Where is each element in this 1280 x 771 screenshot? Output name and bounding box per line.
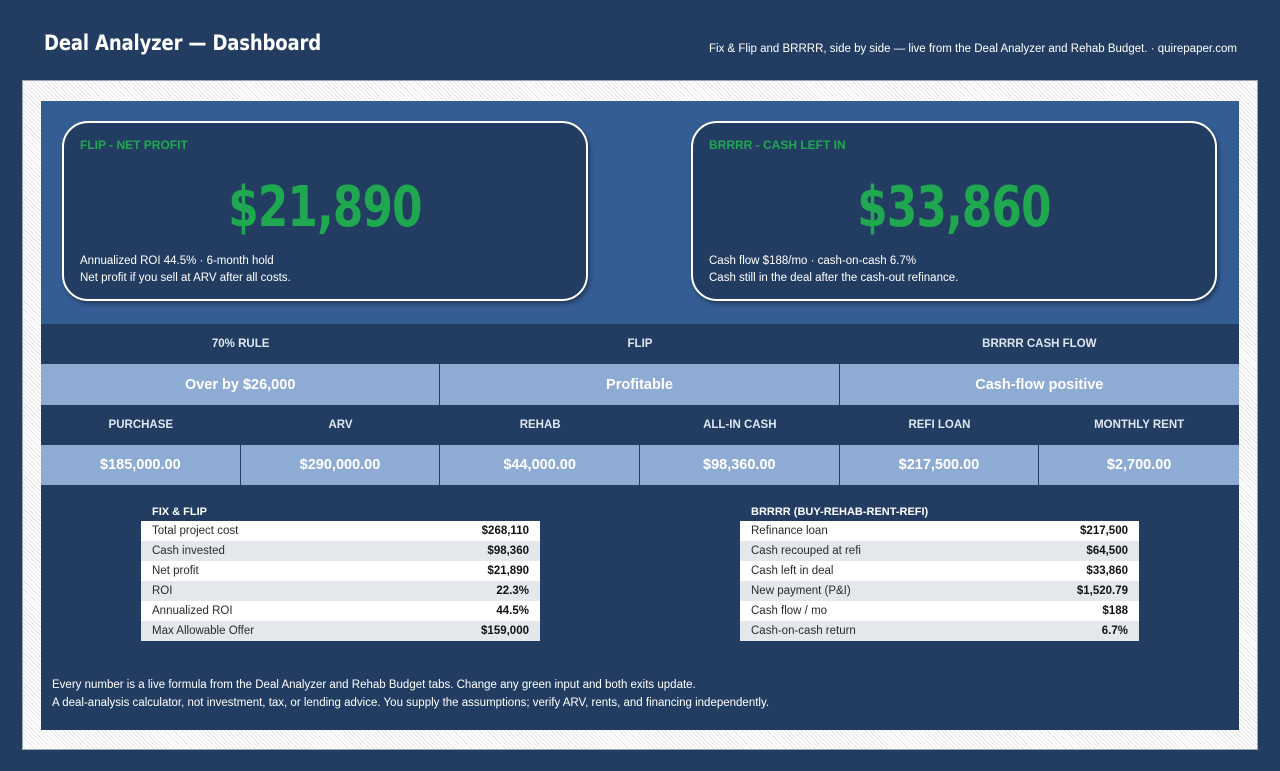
table-row[interactable]: Refinance loan $217,500	[740, 521, 1139, 541]
table-row[interactable]: Cash left in deal $33,860	[740, 561, 1139, 581]
row-label: Cash recouped at refi	[751, 545, 861, 557]
metric-value-cell[interactable]: $290,000.00	[240, 445, 441, 485]
page-title: Deal Analyzer — Dashboard	[44, 31, 322, 55]
metric-value-cell[interactable]: $185,000.00	[41, 445, 241, 485]
table-row[interactable]: Cash-on-cash return 6.7%	[740, 621, 1139, 641]
row-value: $98,360	[487, 545, 529, 557]
status-header-cell: FLIP	[627, 338, 653, 350]
row-value: $33,860	[1086, 565, 1128, 577]
row-label: Net profit	[152, 565, 199, 577]
table-row[interactable]: ROI 22.3%	[141, 581, 540, 601]
kpi-card-flip: FLIP - NET PROFIT $21,890 Annualized ROI…	[62, 121, 588, 301]
metric-header-cell: REFI LOAN	[908, 419, 971, 431]
row-value: $217,500	[1080, 525, 1128, 537]
kpi-brrrr-note: Cash still in the deal after the cash-ou…	[709, 272, 959, 284]
row-value: $21,890	[487, 565, 529, 577]
metric-header-cell: ARV	[328, 419, 353, 431]
table-row[interactable]: Cash recouped at refi $64,500	[740, 541, 1139, 561]
brrrr-summary-table: BRRRR (BUY-REHAB-RENT-REFI) Refinance lo…	[740, 503, 1139, 641]
table-row[interactable]: Annualized ROI 44.5%	[141, 601, 540, 621]
table-row[interactable]: Cash flow / mo $188	[740, 601, 1139, 621]
brrrr-table-title: BRRRR (BUY-REHAB-RENT-REFI)	[751, 506, 929, 518]
status-value-row: Over by $26,000 Profitable Cash-flow pos…	[41, 364, 1239, 405]
row-value: 22.3%	[496, 585, 529, 597]
metric-value-cell[interactable]: $44,000.00	[440, 445, 640, 485]
status-header-cell: BRRRR CASH FLOW	[982, 338, 1097, 350]
metric-header-cell: MONTHLY RENT	[1094, 419, 1185, 431]
metric-value-cell[interactable]: $98,360.00	[639, 445, 840, 485]
kpi-brrrr-label: BRRRR - CASH LEFT IN	[709, 138, 846, 152]
kpi-card-brrrr: BRRRR - CASH LEFT IN $33,860 Cash flow $…	[691, 121, 1217, 301]
table-row[interactable]: Net profit $21,890	[141, 561, 540, 581]
table-row[interactable]: Max Allowable Offer $159,000	[141, 621, 540, 641]
kpi-flip-value: $21,890	[228, 175, 422, 240]
row-value: 6.7%	[1101, 625, 1128, 637]
kpi-flip-detail: Annualized ROI 44.5% · 6-month hold	[80, 255, 274, 267]
footnote-disclaimer: A deal-analysis calculator, not investme…	[52, 697, 770, 709]
row-label: Cash invested	[152, 545, 225, 557]
row-label: Total project cost	[152, 525, 239, 537]
flip-summary-table: FIX & FLIP Total project cost $268,110 Ca…	[141, 503, 540, 641]
row-value: $188	[1102, 605, 1128, 617]
metric-header-cell: ALL-IN CASH	[703, 419, 777, 431]
row-value: $1,520.79	[1076, 585, 1128, 597]
status-value-cell[interactable]: Over by $26,000	[41, 364, 441, 405]
row-label: Cash left in deal	[751, 565, 834, 577]
row-value: $268,110	[481, 525, 529, 537]
row-label: New payment (P&I)	[751, 585, 851, 597]
table-row[interactable]: Cash invested $98,360	[141, 541, 540, 561]
row-value: 44.5%	[496, 605, 529, 617]
metric-header-row: PURCHASE ARV REHAB ALL-IN CASH REFI LOAN…	[41, 405, 1239, 445]
row-label: Refinance loan	[751, 525, 828, 537]
row-value: $64,500	[1086, 545, 1128, 557]
kpi-flip-label: FLIP - NET PROFIT	[80, 138, 188, 152]
kpi-flip-note: Net profit if you sell at ARV after all …	[80, 272, 291, 284]
metric-value-cell[interactable]: $2,700.00	[1039, 445, 1239, 485]
row-label: Cash-on-cash return	[751, 625, 856, 637]
footnote-formulas: Every number is a live formula from the …	[52, 679, 696, 691]
kpi-brrrr-value: $33,860	[857, 175, 1051, 240]
status-header-row: 70% RULE FLIP BRRRR CASH FLOW	[41, 324, 1239, 364]
dashboard-panel: FLIP - NET PROFIT $21,890 Annualized ROI…	[41, 101, 1239, 730]
kpi-brrrr-detail: Cash flow $188/mo · cash-on-cash 6.7%	[709, 255, 917, 267]
row-label: Cash flow / mo	[751, 605, 828, 617]
kpi-hero-band: FLIP - NET PROFIT $21,890 Annualized ROI…	[41, 101, 1239, 324]
page-subtitle: Fix & Flip and BRRRR, side by side — liv…	[709, 43, 1237, 55]
metric-header-cell: PURCHASE	[108, 419, 174, 431]
metric-value-cell[interactable]: $217,500.00	[839, 445, 1040, 485]
row-value: $159,000	[481, 625, 529, 637]
row-label: Annualized ROI	[152, 605, 233, 617]
metric-value-row: $185,000.00 $290,000.00 $44,000.00 $98,3…	[41, 445, 1239, 485]
row-label: Max Allowable Offer	[152, 625, 255, 637]
status-value-cell[interactable]: Profitable	[440, 364, 840, 405]
status-value-cell[interactable]: Cash-flow positive	[839, 364, 1239, 405]
flip-table-title: FIX & FLIP	[152, 506, 207, 518]
status-header-cell: 70% RULE	[211, 338, 270, 350]
table-row[interactable]: New payment (P&I) $1,520.79	[740, 581, 1139, 601]
row-label: ROI	[152, 585, 173, 597]
table-row[interactable]: Total project cost $268,110	[141, 521, 540, 541]
metric-header-cell: REHAB	[519, 419, 561, 431]
